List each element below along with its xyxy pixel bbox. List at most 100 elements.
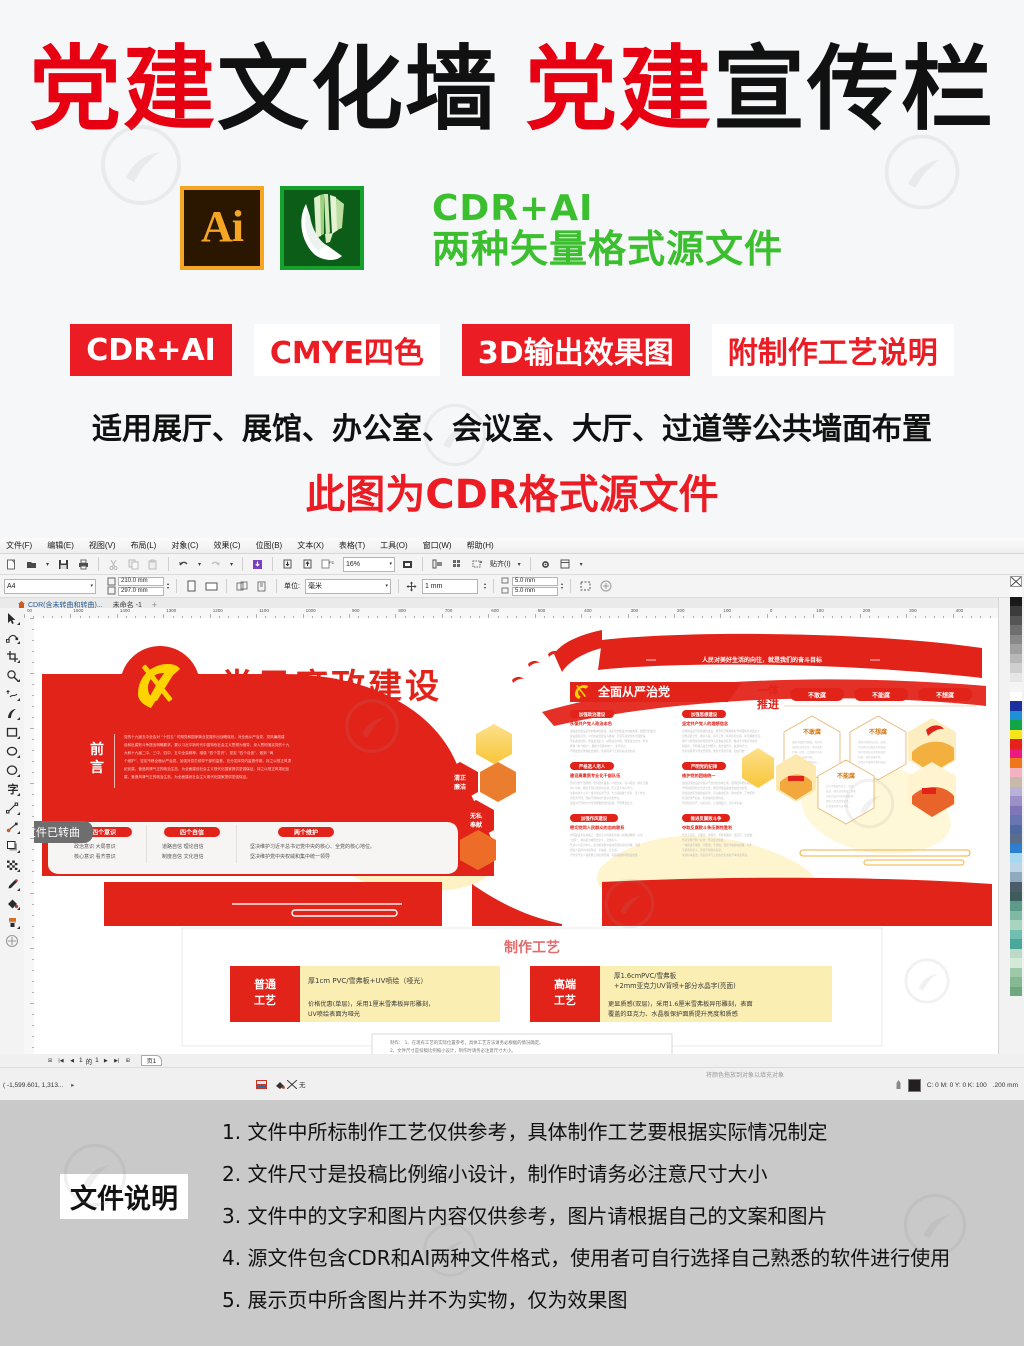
color-swatch[interactable] [1010,815,1022,825]
chevron-down-icon[interactable]: ▾ [389,561,392,567]
color-swatch[interactable] [1010,948,1022,959]
open-document-icon[interactable] [24,556,39,572]
save-icon[interactable] [56,556,71,572]
parallel-dimension-tool-icon[interactable] [3,800,21,816]
add-page-icon[interactable] [598,578,613,594]
color-swatch[interactable] [1010,824,1022,835]
chevron-down-icon[interactable]: ▾ [385,583,388,589]
artistic-media-tool-icon[interactable] [3,705,21,721]
fullscreen-preview-icon[interactable] [400,556,415,572]
launcher-dropdown-icon[interactable]: ▾ [578,558,585,571]
color-swatch[interactable] [1010,872,1022,882]
color-swatch[interactable] [1010,644,1022,654]
outline-color-swatch[interactable] [907,1079,921,1092]
options-gear-icon[interactable] [537,556,553,572]
new-document-icon[interactable] [4,556,19,572]
units-combo[interactable]: 毫米 ▾ [304,578,391,594]
shape-tool-icon[interactable] [3,629,21,645]
color-swatch[interactable] [1010,977,1022,987]
undo-dropdown-icon[interactable]: ▾ [196,558,203,571]
color-swatch[interactable] [1010,672,1022,683]
menu-edit[interactable]: 编辑(E) [47,540,74,551]
straight-line-connector-tool-icon[interactable] [3,819,21,835]
color-swatch[interactable] [1010,834,1022,844]
color-swatch[interactable] [1010,739,1022,749]
nudge-distance-field[interactable]: 1 mm [421,578,478,594]
color-swatch[interactable] [1010,853,1022,863]
next-page-icon[interactable]: ▶ [102,1057,110,1065]
duplicate-distance-fields[interactable]: 5.0 mm 5.0 mm [511,576,558,596]
snap-dropdown-icon[interactable]: ▾ [516,558,523,571]
duplicate-y-field[interactable]: 5.0 mm [511,586,558,596]
color-swatch[interactable] [1010,767,1022,778]
color-swatch[interactable] [1010,929,1022,940]
smart-fill-tool-icon[interactable] [3,914,21,930]
canvas-area[interactable]: 党风廉政建设 前 言 党的十九届五中全会对 “十四五” 时期党和国家事业发展作出… [34,618,999,1068]
undo-icon[interactable] [176,556,191,572]
page-dimension-fields[interactable]: 210.0 mm 297.0 mm [118,576,164,596]
page-height-field[interactable]: 297.0 mm [118,586,164,596]
page-width-field[interactable]: 210.0 mm [118,576,164,586]
color-swatch[interactable] [1010,862,1022,873]
crop-tool-icon[interactable] [3,648,21,664]
menu-view[interactable]: 视图(V) [89,540,116,551]
add-page-icon[interactable]: ⊞ [46,1057,54,1065]
page-size-stepper[interactable]: ▴ ▾ [167,582,169,590]
current-page-icon[interactable] [254,578,270,594]
color-swatch[interactable] [1010,587,1022,597]
all-pages-icon[interactable] [234,578,250,594]
color-swatch[interactable] [1010,958,1022,968]
menu-object[interactable]: 对象(C) [171,540,198,551]
rectangle-tool-icon[interactable] [3,724,21,740]
page-preset-combo[interactable]: A4 ▾ [4,578,96,594]
duplicate-x-field[interactable]: 5.0 mm [511,576,558,586]
color-swatch[interactable] [1010,710,1022,721]
color-swatch[interactable] [1010,967,1022,978]
menu-text[interactable]: 文本(X) [297,540,324,551]
options-grid-icon[interactable] [450,556,465,572]
duplicate-stepper[interactable]: ▴ ▾ [561,582,563,590]
color-swatch[interactable] [1010,777,1022,787]
snap-label[interactable]: 贴齐(I) [490,559,511,569]
open-dropdown-icon[interactable]: ▾ [44,558,51,571]
color-swatch[interactable] [1010,663,1022,673]
menu-file[interactable]: 文件(F) [6,540,32,551]
fill-color-icon[interactable] [275,1080,285,1089]
publish-pdf-icon[interactable] [300,556,315,572]
transparency-tool-icon[interactable] [3,857,21,873]
chevron-down-icon[interactable]: ▾ [90,583,93,589]
drop-shadow-tool-icon[interactable] [3,838,21,854]
menu-table[interactable]: 表格(T) [339,540,365,551]
color-swatch[interactable] [1010,843,1022,854]
print-icon[interactable] [76,556,91,572]
landscape-orientation-icon[interactable] [204,578,220,594]
polygon-tool-icon[interactable] [3,762,21,778]
color-proof-icon[interactable] [256,1079,267,1089]
align-distribute-icon[interactable] [430,556,445,572]
first-page-icon[interactable]: |◀ [57,1057,65,1065]
portrait-orientation-icon[interactable] [184,578,200,594]
bleed-area-icon[interactable] [578,578,593,594]
nudge-stepper[interactable]: ▴ ▾ [484,582,486,590]
current-page-number[interactable]: 1 [79,1057,83,1064]
zoom-tool-icon[interactable] [3,667,21,683]
zoom-level-combo[interactable]: 16% ▾ [343,556,395,572]
color-swatch[interactable] [1010,634,1022,645]
ellipse-tool-icon[interactable] [3,743,21,759]
add-page-end-icon[interactable]: ⊞ [124,1057,132,1065]
interactive-fill-tool-icon[interactable] [3,895,21,911]
menu-help[interactable]: 帮助(H) [467,540,494,551]
no-color-swatch[interactable] [1010,576,1022,587]
import-icon[interactable] [250,556,265,572]
color-swatch[interactable] [1010,758,1022,768]
freehand-tool-icon[interactable] [3,686,21,702]
last-page-icon[interactable]: ▶| [113,1057,121,1065]
color-swatch[interactable] [1010,729,1022,740]
snap-to-icon[interactable] [470,556,485,572]
color-swatch[interactable] [1010,701,1022,711]
color-swatch[interactable] [1010,939,1022,949]
document-page[interactable]: 党风廉政建设 前 言 党的十九届五中全会对 “十四五” 时期党和国家事业发展作出… [34,626,992,1057]
prev-page-icon[interactable]: ◀ [68,1057,76,1065]
text-tool-icon[interactable]: 字 [3,781,21,797]
paste-icon[interactable] [146,556,161,572]
